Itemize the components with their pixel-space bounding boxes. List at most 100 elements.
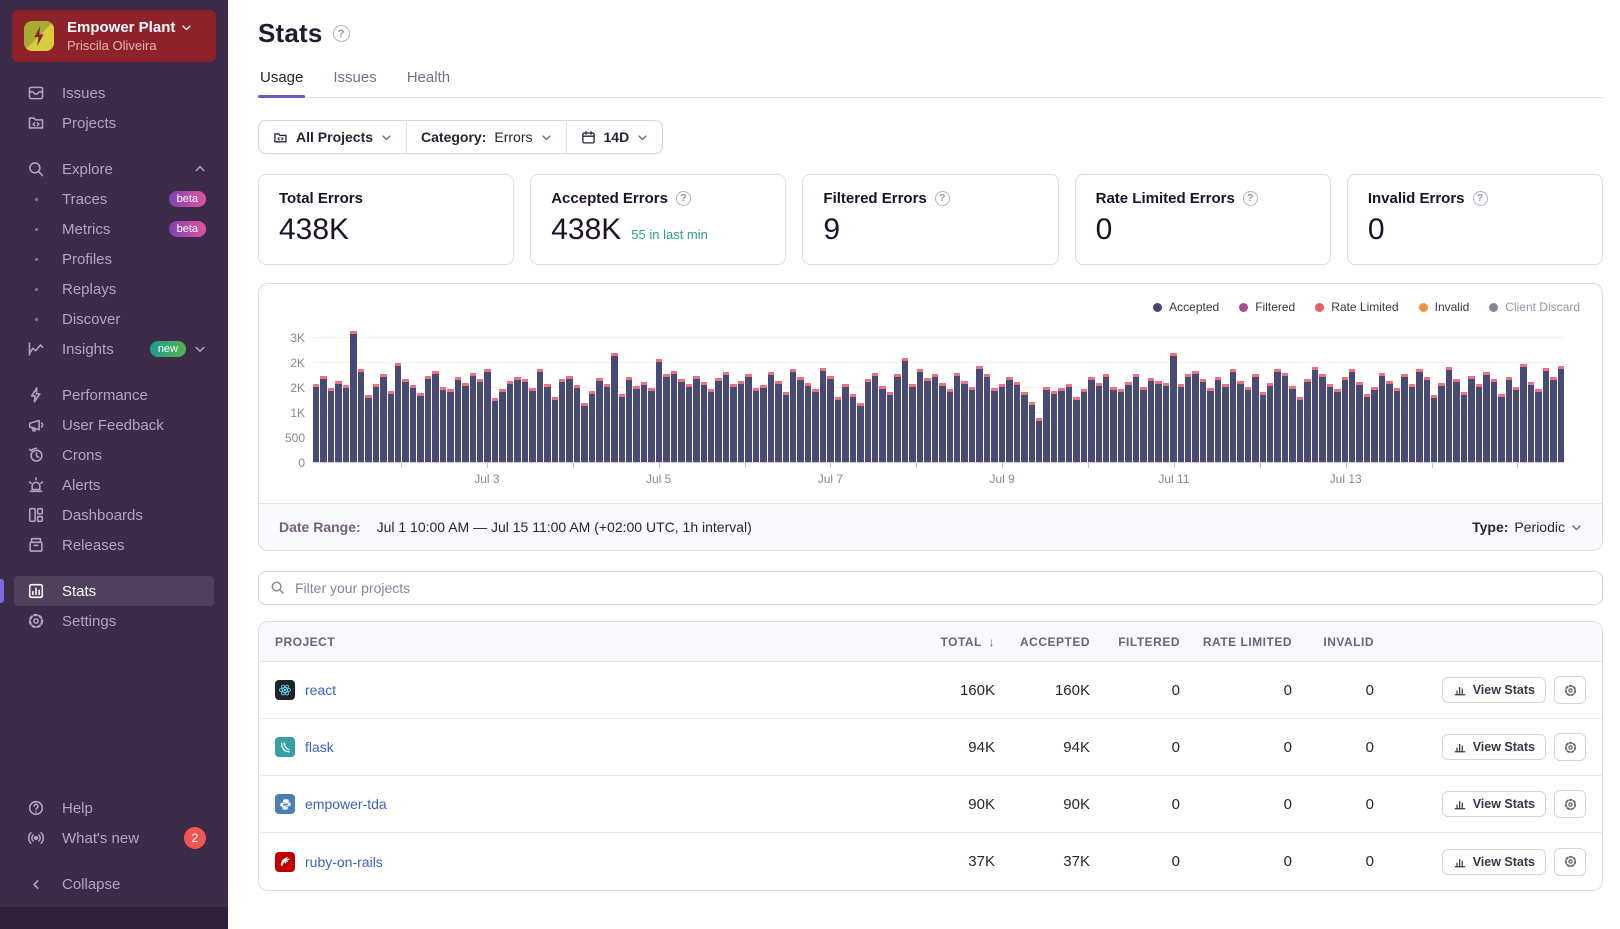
org-switcher[interactable]: Empower Plant Priscila Oliveira: [12, 10, 216, 62]
tab-health[interactable]: Health: [405, 69, 452, 97]
legend-item-rate-limited[interactable]: Rate Limited: [1315, 300, 1399, 314]
bar: [357, 369, 365, 462]
column-header-project[interactable]: PROJECT: [275, 635, 895, 649]
bar: [812, 389, 819, 462]
beta-badge: beta: [168, 191, 206, 207]
sidebar-item-alerts[interactable]: Alerts: [14, 470, 214, 500]
table-row-empower-tda: empower-tda 90K 90K 0 0 0 View Stats: [259, 776, 1602, 833]
project-link[interactable]: react: [305, 682, 336, 698]
sidebar-item-releases[interactable]: Releases: [14, 530, 214, 560]
view-stats-button[interactable]: View Stats: [1441, 848, 1546, 875]
sidebar-item-user-feedback[interactable]: User Feedback: [14, 410, 214, 440]
view-stats-button[interactable]: View Stats: [1441, 734, 1546, 760]
bar: [1147, 378, 1155, 462]
bullet-slot: [26, 227, 46, 231]
project-filter-dropdown[interactable]: All Projects: [259, 121, 406, 153]
bar: [640, 382, 648, 462]
bar: [439, 387, 447, 462]
gear-icon: [1563, 740, 1578, 755]
sidebar-item-stats[interactable]: Stats: [0, 576, 214, 606]
column-header-filtered[interactable]: FILTERED: [1090, 635, 1180, 649]
view-stats-button[interactable]: View Stats: [1441, 677, 1546, 703]
legend-item-invalid[interactable]: Invalid: [1418, 300, 1469, 314]
sidebar-item-label: Discover: [62, 310, 121, 328]
sidebar-item-replays[interactable]: Replays: [14, 274, 214, 304]
bar: [484, 369, 491, 462]
column-header-rate-limited[interactable]: RATE LIMITED: [1180, 635, 1292, 649]
bar: [693, 376, 700, 462]
cell-total: 160K: [959, 681, 995, 699]
project-settings-button[interactable]: [1554, 847, 1586, 876]
legend-item-client-discard[interactable]: Client Discard: [1489, 300, 1580, 314]
bar: [894, 374, 901, 462]
collapse-button[interactable]: Collapse: [14, 869, 214, 899]
bar: [1185, 374, 1192, 462]
sidebar-item-label: Releases: [62, 536, 125, 554]
sidebar-item-dashboards[interactable]: Dashboards: [14, 500, 214, 530]
sidebar-item-discover[interactable]: Discover: [14, 304, 214, 334]
sidebar-item-issues[interactable]: Issues: [14, 78, 214, 108]
active-item-accent: [0, 579, 4, 603]
help-icon[interactable]: ?: [1472, 191, 1488, 206]
project-link[interactable]: ruby-on-rails: [305, 854, 383, 870]
bar: [1073, 397, 1080, 462]
tab-usage[interactable]: Usage: [258, 69, 306, 98]
stat-card-label: Filtered Errors: [823, 190, 927, 207]
usage-chart-card: Accepted Filtered Rate Limited Invalid Clien…: [258, 283, 1603, 551]
bar: [1237, 381, 1244, 462]
sidebar-item-metrics[interactable]: Metrics beta: [14, 214, 214, 244]
sidebar-item-traces[interactable]: Traces beta: [14, 184, 214, 214]
project-search-input[interactable]: [258, 571, 1603, 605]
bar: [1274, 369, 1281, 462]
stat-card-filtered-errors: Filtered Errors? 9: [802, 174, 1059, 265]
project-settings-button[interactable]: [1554, 676, 1586, 704]
help-icon[interactable]: ?: [934, 191, 950, 206]
view-stats-button[interactable]: View Stats: [1441, 791, 1546, 817]
legend-item-filtered[interactable]: Filtered: [1239, 300, 1295, 314]
type-dropdown[interactable]: Type: Periodic: [1472, 519, 1582, 535]
sidebar-item-insights[interactable]: Insights new: [14, 334, 214, 364]
page-help-icon[interactable]: ?: [332, 25, 350, 42]
bar: [335, 381, 342, 462]
category-filter-dropdown[interactable]: Category: Errors: [406, 121, 565, 153]
cell-filtered: 0: [1171, 795, 1180, 813]
bar: [685, 384, 693, 462]
bar: [946, 389, 953, 462]
sidebar-item-label: Projects: [62, 114, 117, 132]
sidebar-item-projects[interactable]: Projects: [14, 108, 214, 138]
column-header-accepted[interactable]: ACCEPTED: [995, 635, 1090, 649]
project-settings-button[interactable]: [1554, 790, 1586, 818]
legend-item-accepted[interactable]: Accepted: [1153, 300, 1219, 314]
cell-rate-limited: 0: [1283, 853, 1292, 870]
sidebar-item-performance[interactable]: Performance: [14, 380, 214, 410]
sidebar-item-profiles[interactable]: Profiles: [14, 244, 214, 274]
sidebar-item-what-s-new[interactable]: What's new 2: [14, 823, 214, 853]
bar: [804, 383, 812, 462]
date-range-dropdown[interactable]: 14D: [565, 121, 663, 153]
x-axis-tick: [1345, 463, 1347, 468]
sidebar-item-settings[interactable]: Settings: [14, 606, 214, 636]
project-link[interactable]: flask: [305, 739, 334, 755]
chart-legend: Accepted Filtered Rate Limited Invalid Clien…: [259, 284, 1602, 318]
project-link[interactable]: empower-tda: [305, 796, 387, 812]
bar: [715, 378, 722, 462]
sidebar-item-label: Performance: [62, 386, 148, 404]
sidebar-item-explore[interactable]: Explore: [14, 154, 214, 184]
help-icon[interactable]: ?: [675, 191, 691, 206]
date-range-value: 14D: [603, 129, 630, 145]
category-filter-value: Errors: [494, 129, 533, 145]
sidebar-item-label: Dashboards: [62, 506, 143, 524]
column-header-total[interactable]: TOTAL ↓: [895, 635, 995, 649]
tab-issues[interactable]: Issues: [331, 69, 378, 97]
chart-bars[interactable]: [313, 328, 1565, 462]
bar: [1028, 402, 1035, 462]
help-icon[interactable]: ?: [1242, 191, 1258, 206]
bar: [1222, 384, 1229, 462]
sidebar-item-crons[interactable]: Crons: [14, 440, 214, 470]
bar: [1207, 388, 1214, 462]
bar: [1050, 391, 1058, 462]
column-header-invalid[interactable]: INVALID: [1292, 635, 1374, 649]
sidebar-item-help[interactable]: Help: [14, 793, 214, 823]
bar: [1252, 374, 1259, 462]
project-settings-button[interactable]: [1554, 733, 1586, 761]
